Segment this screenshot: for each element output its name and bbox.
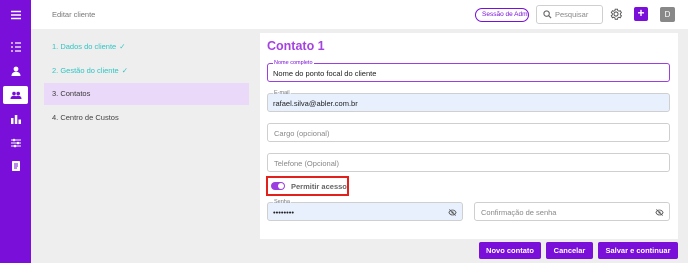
confirm-password-placeholder: Confirmação de senha [481, 208, 557, 217]
step-centro-de-custos[interactable]: 4. Centro de Custos [44, 107, 249, 129]
phone-placeholder: Telefone (Opcional) [274, 159, 340, 168]
toggle-knob [278, 183, 284, 189]
admin-session-badge[interactable]: Sessão de Admin [475, 8, 529, 22]
full-name-label: Nome completo [273, 59, 314, 67]
users-icon[interactable] [3, 86, 28, 104]
step-dados-do-cliente[interactable]: 1. Dados do cliente ✓ [44, 36, 249, 58]
cancel-button[interactable]: Cancelar [546, 242, 593, 259]
sliders-icon[interactable] [3, 134, 28, 152]
search-icon [543, 10, 552, 19]
email-label: E-mail [273, 89, 291, 97]
password-label: Senha [273, 198, 291, 206]
eye-off-icon[interactable] [655, 208, 664, 217]
check-icon: ✓ [119, 42, 126, 51]
bar-chart-icon[interactable] [3, 110, 28, 128]
search-input[interactable] [555, 8, 601, 21]
full-name-field[interactable]: Nome completo Nome do ponto focal do cli… [267, 59, 670, 82]
save-continue-button[interactable]: Salvar e continuar [598, 242, 678, 259]
document-icon[interactable] [3, 157, 28, 175]
confirm-password-field[interactable]: Confirmação de senha [474, 202, 670, 221]
full-name-value: Nome do ponto focal do cliente [273, 69, 377, 78]
search-box[interactable] [536, 5, 603, 24]
gear-icon[interactable] [609, 7, 623, 21]
list-icon[interactable] [3, 38, 28, 56]
email-value: rafael.silva@abler.com.br [273, 99, 358, 108]
new-contact-button[interactable]: Novo contato [479, 242, 541, 259]
contact-form-card: Contato 1 Nome completo Nome do ponto fo… [260, 33, 678, 239]
phone-field[interactable]: Telefone (Opcional) [267, 153, 670, 172]
side-rail [0, 0, 31, 263]
allow-access-label: Permitir acesso [291, 182, 347, 191]
step-label: 1. Dados do cliente [52, 42, 117, 51]
avatar[interactable]: D [660, 7, 675, 22]
add-button[interactable]: + [634, 7, 648, 21]
step-contatos[interactable]: 3. Contatos [44, 83, 249, 105]
steps-sidebar: 1. Dados do cliente ✓ 2. Gestão do client… [31, 29, 260, 263]
allow-access-toggle[interactable] [271, 182, 285, 190]
user-icon[interactable] [3, 62, 28, 80]
check-icon: ✓ [121, 66, 129, 75]
breadcrumb: Editar cliente [52, 10, 96, 19]
contact-title: Contato 1 [267, 39, 325, 53]
step-gestao-do-cliente[interactable]: 2. Gestão do cliente ✓ [44, 60, 249, 82]
allow-access-highlight: Permitir acesso [266, 176, 349, 196]
step-label: 2. Gestão do cliente [52, 66, 119, 75]
password-field[interactable]: Senha •••••••• [267, 198, 463, 221]
email-field[interactable]: E-mail rafael.silva@abler.com.br [267, 89, 670, 112]
role-field[interactable]: Cargo (opcional) [267, 123, 670, 142]
top-bar: Editar cliente Sessão de Admin + D [31, 0, 688, 29]
eye-off-icon[interactable] [448, 208, 457, 217]
password-value: •••••••• [273, 208, 295, 217]
role-placeholder: Cargo (opcional) [274, 129, 330, 138]
step-label: 4. Centro de Custos [52, 113, 119, 122]
step-label: 3. Contatos [52, 89, 91, 98]
menu-icon[interactable] [3, 6, 28, 24]
